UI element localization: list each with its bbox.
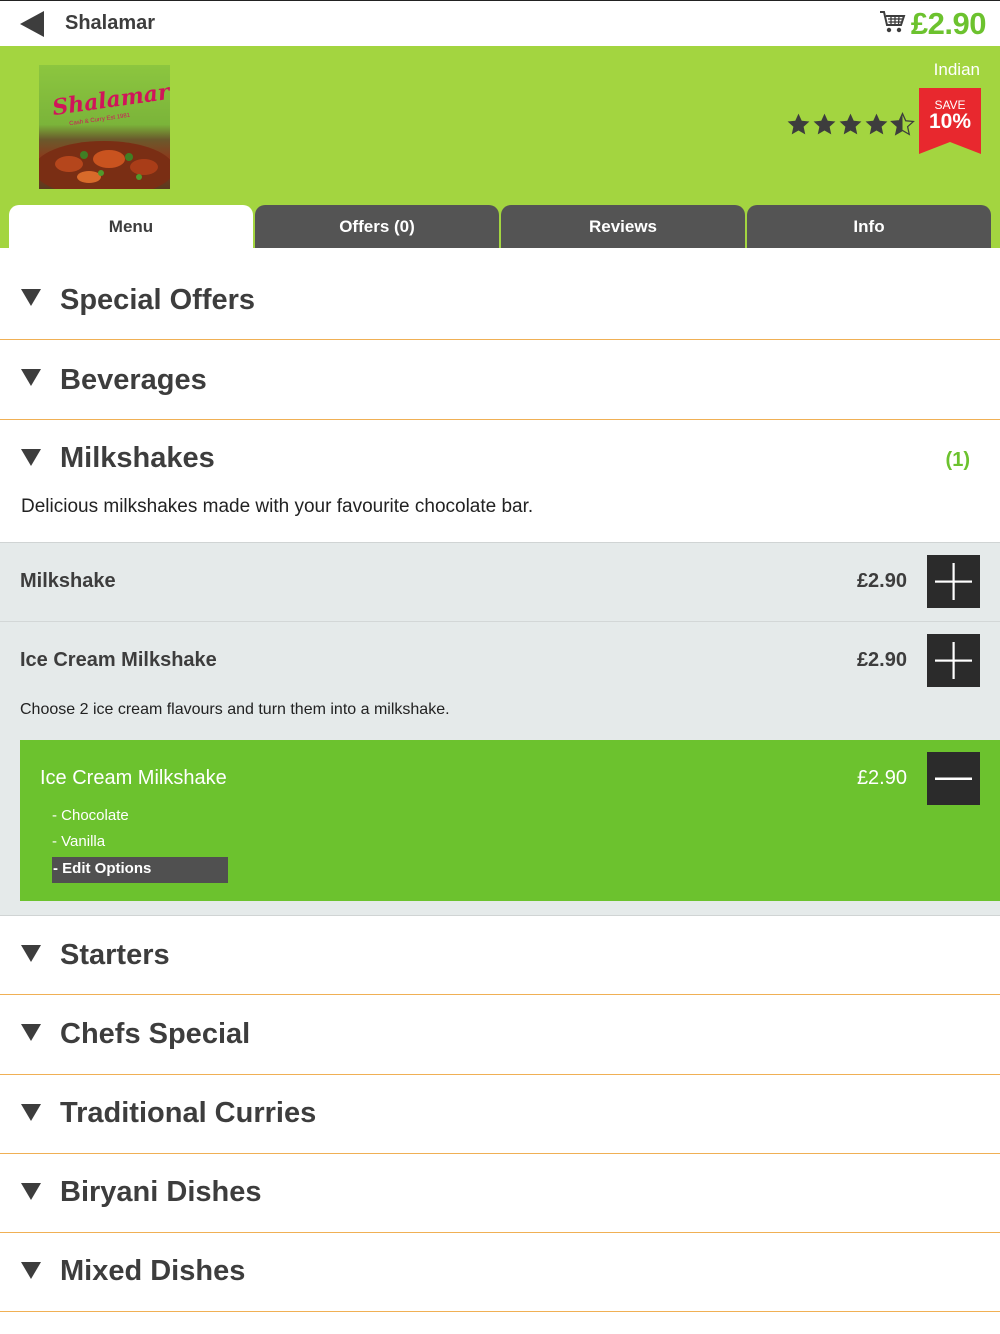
category-title: Traditional Curries [60,1097,317,1129]
category-title: Chefs Special [60,1018,251,1050]
triangle-down-icon [21,945,41,962]
star-icon [865,113,888,135]
plus-icon [935,642,972,679]
category-mixed-dishes[interactable]: Mixed Dishes [0,1233,1000,1312]
star-icon [813,113,836,135]
restaurant-title: Shalamar [65,12,156,34]
item-name: Milkshake [20,570,116,592]
remove-item-button[interactable] [927,752,980,805]
shopping-cart-icon [879,10,907,39]
edit-options-button[interactable]: - Edit Options [52,857,228,883]
star-rating [786,112,915,137]
triangle-down-icon [21,449,41,466]
save-badge-value: 10% [928,110,972,133]
cart-button[interactable]: £2.90 [879,5,987,43]
item-price: £2.90 [856,570,907,592]
category-description: Delicious milkshakes made with your favo… [21,496,534,517]
category-biryani-dishes[interactable]: Biryani Dishes [0,1154,1000,1233]
item-name: Ice Cream Milkshake [20,649,217,671]
category-traditional-curries[interactable]: Traditional Curries [0,1075,1000,1154]
food-image [39,141,170,189]
category-title: Special Offers [60,284,256,316]
category-beverages[interactable]: Beverages [0,340,1000,420]
category-item-count: (1) [945,449,970,471]
basket-item: Ice Cream Milkshake £2.90 - Chocolate - … [20,740,1000,901]
back-arrow-icon[interactable] [18,10,46,38]
basket-item-option: - Chocolate [52,807,129,824]
milkshakes-items: Milkshake £2.90 Ice Cream Milkshake £2.9… [0,542,1000,915]
tab-reviews[interactable]: Reviews [501,205,745,248]
restaurant-header: Shalamar Cash & Curry Est 1981 Indian SA… [0,46,1000,248]
triangle-down-icon [21,1183,41,1200]
triangle-down-icon [21,1104,41,1121]
category-title: Mixed Dishes [60,1255,246,1287]
star-half-icon [890,112,915,136]
item-price: £2.90 [856,649,907,671]
category-milkshakes[interactable]: Milkshakes (1) Delicious milkshakes made… [0,420,1000,542]
restaurant-logo: Shalamar Cash & Curry Est 1981 [39,65,170,189]
item-description: Choose 2 ice cream flavours and turn the… [20,701,450,718]
category-chefs-special[interactable]: Chefs Special [0,995,1000,1075]
add-item-button[interactable] [927,634,980,687]
category-title: Biryani Dishes [60,1176,262,1208]
category-starters[interactable]: Starters [0,915,1000,995]
category-title: Beverages [60,364,207,396]
tab-menu[interactable]: Menu [9,205,253,248]
tab-offers[interactable]: Offers (0) [255,205,499,248]
menu-item[interactable]: Ice Cream Milkshake £2.90 Choose 2 ice c… [0,622,1000,916]
save-badge: SAVE 10% [919,88,981,154]
basket-item-option: - Vanilla [52,833,106,850]
tab-bar: Menu Offers (0) Reviews Info [9,205,991,248]
plus-icon [935,563,972,600]
triangle-down-icon [21,1024,41,1041]
tab-info[interactable]: Info [747,205,991,248]
basket-item-price: £2.90 [856,767,907,789]
triangle-down-icon [21,289,41,306]
minus-icon [935,777,972,780]
category-title: Milkshakes [60,442,215,474]
triangle-down-icon [21,369,41,386]
add-item-button[interactable] [927,555,980,608]
star-icon [787,113,810,135]
category-title: Starters [60,939,170,971]
category-special-offers[interactable]: Special Offers [0,260,1000,340]
cuisine-label: Indian [933,60,980,79]
star-icon [839,113,862,135]
menu-item[interactable]: Milkshake £2.90 [0,543,1000,622]
cart-total: £2.90 [910,6,987,41]
top-nav-bar: Shalamar £2.90 [0,0,1000,46]
basket-item-name: Ice Cream Milkshake [40,767,227,789]
triangle-down-icon [21,1262,41,1279]
